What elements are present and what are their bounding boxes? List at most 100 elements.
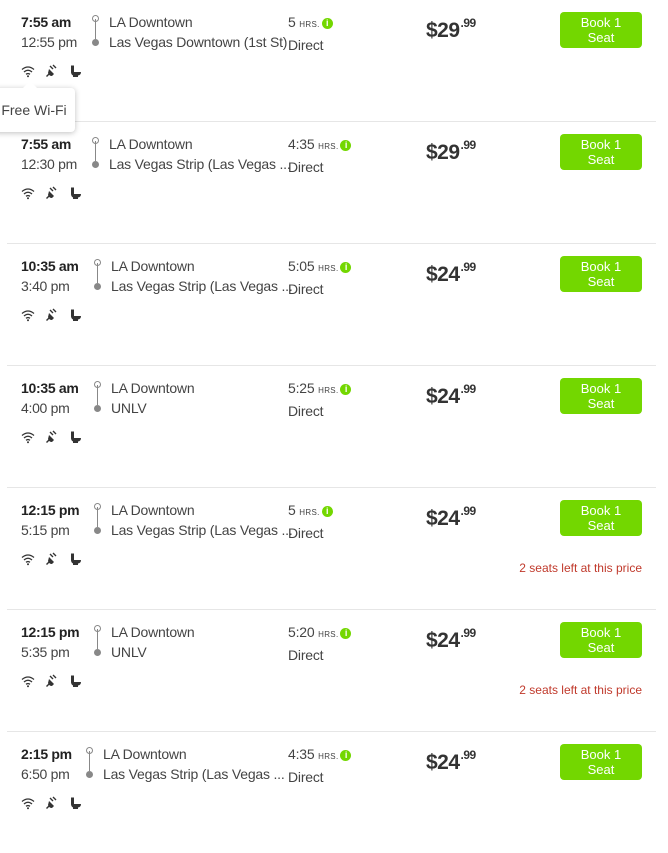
departure-station[interactable]: LA Downtown xyxy=(111,378,195,398)
price-dollars: $24 xyxy=(426,263,460,286)
toilet-icon[interactable] xyxy=(69,64,83,78)
route-line xyxy=(97,629,98,649)
book-seat-button[interactable]: Book 1 Seat xyxy=(560,134,642,170)
hours-unit: HRS. xyxy=(318,264,339,273)
arrival-time: 5:35 pm xyxy=(21,644,70,660)
wifi-icon[interactable] xyxy=(21,552,35,566)
arrival-time: 12:55 pm xyxy=(21,34,77,50)
ride-row: 10:35 am 3:40 pm LA Downtown Las Vegas S… xyxy=(7,244,656,366)
stations: LA Downtown Las Vegas Strip (Las Vegas .… xyxy=(103,744,285,784)
duration-value: 5 xyxy=(288,502,296,518)
arrival-time: 12:30 pm xyxy=(21,156,77,172)
departure-station[interactable]: LA Downtown xyxy=(109,134,291,154)
ride-row: 7:55 am 12:55 pm LA Downtown Las Vegas D… xyxy=(0,0,656,132)
departure-station[interactable]: LA Downtown xyxy=(111,622,195,642)
arrival-station[interactable]: Las Vegas Strip (Las Vegas ... xyxy=(111,276,293,296)
route-end-dot xyxy=(94,283,101,290)
departure-time: 7:55 am xyxy=(21,14,72,30)
arrival-station[interactable]: Las Vegas Strip (Las Vegas ... xyxy=(103,764,285,784)
ride-times: 10:35 am 4:00 pm xyxy=(21,378,79,418)
price-dollars: $29 xyxy=(426,19,460,42)
stations: LA Downtown UNLV xyxy=(111,622,195,662)
price: $24.99 xyxy=(426,382,476,409)
price: $24.99 xyxy=(426,504,476,531)
price: $29.99 xyxy=(426,138,476,165)
price: $24.99 xyxy=(426,626,476,653)
book-seat-button[interactable]: Book 1 Seat xyxy=(560,500,642,536)
info-icon[interactable]: i xyxy=(340,384,352,395)
wifi-icon[interactable] xyxy=(21,430,35,444)
toilet-icon[interactable] xyxy=(69,186,83,200)
arrival-time: 5:15 pm xyxy=(21,522,70,538)
transfer-type: Direct xyxy=(288,37,324,53)
stations: LA Downtown Las Vegas Strip (Las Vegas .… xyxy=(109,134,291,174)
info-icon[interactable]: i xyxy=(340,628,352,639)
price-cents: .99 xyxy=(460,138,477,152)
power-plug-icon[interactable] xyxy=(45,64,59,78)
book-seat-button[interactable]: Book 1 Seat xyxy=(560,378,642,414)
price-dollars: $24 xyxy=(426,629,460,652)
wifi-icon[interactable] xyxy=(21,64,35,78)
duration: 5 HRS. i Direct xyxy=(288,500,333,543)
power-plug-icon[interactable] xyxy=(45,552,59,566)
route-line xyxy=(97,385,98,405)
info-icon[interactable]: i xyxy=(340,262,352,273)
hours-unit: HRS. xyxy=(299,508,320,517)
toilet-icon[interactable] xyxy=(69,552,83,566)
power-plug-icon[interactable] xyxy=(45,796,59,810)
seats-left-notice: 2 seats left at this price xyxy=(519,561,642,575)
arrival-station[interactable]: UNLV xyxy=(111,398,194,418)
departure-station[interactable]: LA Downtown xyxy=(111,256,293,276)
arrival-time: 3:40 pm xyxy=(21,278,70,294)
book-seat-button[interactable]: Book 1 Seat xyxy=(560,12,642,48)
duration: 5:20 HRS. i Direct xyxy=(288,622,352,665)
departure-station[interactable]: LA Downtown xyxy=(111,500,293,520)
route-line xyxy=(95,141,96,161)
duration: 5:25 HRS. i Direct xyxy=(288,378,352,421)
route-end-dot xyxy=(86,771,93,778)
info-icon[interactable]: i xyxy=(340,750,352,761)
departure-station[interactable]: LA Downtown xyxy=(109,12,287,32)
toilet-icon[interactable] xyxy=(69,308,83,322)
power-plug-icon[interactable] xyxy=(45,308,59,322)
departure-time: 2:15 pm xyxy=(21,746,72,762)
price-cents: .99 xyxy=(460,382,477,396)
book-seat-button[interactable]: Book 1 Seat xyxy=(560,744,642,780)
power-plug-icon[interactable] xyxy=(45,186,59,200)
arrival-time: 6:50 pm xyxy=(21,766,70,782)
toilet-icon[interactable] xyxy=(69,674,83,688)
book-seat-button[interactable]: Book 1 Seat xyxy=(560,622,642,658)
departure-time: 12:15 pm xyxy=(21,502,80,518)
power-plug-icon[interactable] xyxy=(45,430,59,444)
stations: LA Downtown UNLV xyxy=(111,378,195,418)
wifi-icon[interactable] xyxy=(21,186,35,200)
route-end-dot xyxy=(92,161,99,168)
duration-value: 5 xyxy=(288,14,296,30)
info-icon[interactable]: i xyxy=(340,140,352,151)
ride-times: 12:15 pm 5:15 pm xyxy=(21,500,80,540)
price-dollars: $24 xyxy=(426,385,460,408)
ride-times: 12:15 pm 5:35 pm xyxy=(21,622,80,662)
arrival-station[interactable]: Las Vegas Strip (Las Vegas ... xyxy=(111,520,293,540)
wifi-icon[interactable] xyxy=(21,308,35,322)
info-icon[interactable]: i xyxy=(321,506,333,517)
price-cents: .99 xyxy=(460,748,477,762)
arrival-station[interactable]: Las Vegas Strip (Las Vegas ... xyxy=(109,154,291,174)
seats-left-notice: 2 seats left at this price xyxy=(519,683,642,697)
transfer-type: Direct xyxy=(288,769,324,785)
arrival-station[interactable]: Las Vegas Downtown (1st St) xyxy=(109,32,287,52)
duration: 4:35 HRS. i Direct xyxy=(288,134,352,177)
price: $29.99 xyxy=(426,16,476,43)
wifi-icon[interactable] xyxy=(21,796,35,810)
ride-times: 2:15 pm 6:50 pm xyxy=(21,744,72,784)
info-icon[interactable]: i xyxy=(321,18,333,29)
power-plug-icon[interactable] xyxy=(45,674,59,688)
toilet-icon[interactable] xyxy=(69,430,83,444)
toilet-icon[interactable] xyxy=(69,796,83,810)
wifi-icon[interactable] xyxy=(21,674,35,688)
price: $24.99 xyxy=(426,260,476,287)
ride-times: 7:55 am 12:30 pm xyxy=(21,134,77,174)
book-seat-button[interactable]: Book 1 Seat xyxy=(560,256,642,292)
arrival-station[interactable]: UNLV xyxy=(111,642,194,662)
departure-station[interactable]: LA Downtown xyxy=(103,744,285,764)
